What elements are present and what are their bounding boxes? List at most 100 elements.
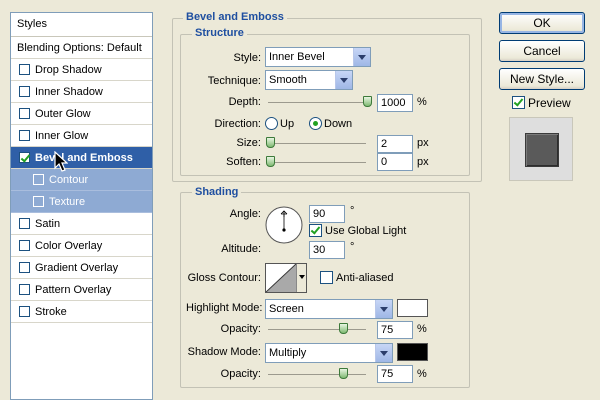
shadow-color-swatch[interactable]	[397, 343, 428, 361]
direction-down-radio[interactable]	[309, 117, 322, 130]
style-item-label: Pattern Overlay	[35, 284, 112, 296]
direction-down-label[interactable]: Down	[324, 118, 352, 130]
preview-swatch	[525, 133, 559, 167]
style-item-inner-shadow[interactable]: Inner Shadow	[11, 81, 152, 103]
shadow-mode-select[interactable]: Multiply	[265, 343, 393, 363]
style-items-list: Drop Shadow Inner Shadow Outer Glow Inner G…	[11, 59, 152, 323]
soften-slider[interactable]	[266, 156, 366, 167]
highlight-opacity-unit: %	[417, 323, 427, 335]
angle-dial-icon[interactable]	[264, 205, 304, 245]
chevron-down-icon[interactable]	[375, 344, 392, 362]
anti-aliased-label[interactable]: Anti-aliased	[336, 272, 393, 284]
highlight-mode-select[interactable]: Screen	[265, 299, 393, 319]
style-item-texture[interactable]: Texture	[11, 191, 152, 213]
highlight-opacity-slider-thumb[interactable]	[339, 323, 348, 334]
shadow-opacity-slider[interactable]	[268, 368, 366, 379]
shadow-opacity-slider-thumb[interactable]	[339, 368, 348, 379]
highlight-opacity-input[interactable]: 75	[377, 321, 413, 339]
style-item-label: Outer Glow	[35, 108, 91, 120]
use-global-light-checkbox[interactable]	[309, 224, 322, 237]
style-select[interactable]: Inner Bevel	[265, 47, 371, 67]
preview-label[interactable]: Preview	[528, 96, 571, 110]
style-item-checkbox[interactable]	[33, 174, 44, 185]
style-item-checkbox[interactable]	[33, 196, 44, 207]
depth-slider[interactable]	[268, 96, 372, 107]
contour-dropdown-icon[interactable]	[296, 264, 306, 292]
chevron-down-icon[interactable]	[353, 48, 370, 66]
arrow-cursor-icon	[54, 151, 68, 172]
ok-button[interactable]: OK	[499, 12, 585, 34]
soften-input[interactable]: 0	[377, 153, 413, 171]
style-item-checkbox[interactable]	[19, 130, 30, 141]
use-global-light-label[interactable]: Use Global Light	[325, 225, 406, 237]
bevel-and-emboss-title: Bevel and Emboss	[183, 11, 287, 23]
cancel-button[interactable]: Cancel	[499, 40, 585, 62]
depth-input[interactable]: 1000	[377, 94, 413, 112]
blending-options-item[interactable]: Blending Options: Default	[11, 37, 152, 59]
style-item-color-overlay[interactable]: Color Overlay	[11, 235, 152, 257]
new-style-button[interactable]: New Style...	[499, 68, 585, 90]
styles-list-panel: Styles Blending Options: Default Drop Sh…	[10, 12, 153, 400]
angle-input[interactable]: 90	[309, 205, 345, 223]
styles-header[interactable]: Styles	[11, 13, 152, 37]
style-item-pattern-overlay[interactable]: Pattern Overlay	[11, 279, 152, 301]
style-item-contour[interactable]: Contour	[11, 169, 152, 191]
highlight-color-swatch[interactable]	[397, 299, 428, 317]
preview-checkbox[interactable]	[512, 96, 525, 109]
style-item-bevel-and-emboss[interactable]: Bevel and Emboss	[11, 147, 152, 169]
style-item-checkbox[interactable]	[19, 306, 30, 317]
size-unit: px	[417, 137, 429, 149]
technique-select-value: Smooth	[269, 74, 307, 86]
chevron-down-icon[interactable]	[375, 300, 392, 318]
style-item-label: Drop Shadow	[35, 64, 102, 76]
chevron-down-icon[interactable]	[335, 71, 352, 89]
angle-unit: °	[350, 205, 355, 217]
technique-select[interactable]: Smooth	[265, 70, 353, 90]
anti-aliased-checkbox[interactable]	[320, 271, 333, 284]
style-item-checkbox[interactable]	[19, 284, 30, 295]
style-item-satin[interactable]: Satin	[11, 213, 152, 235]
depth-slider-thumb[interactable]	[363, 96, 372, 107]
angle-label: Angle:	[229, 208, 261, 220]
direction-label: Direction:	[214, 118, 261, 130]
size-input[interactable]: 2	[377, 135, 413, 153]
soften-slider-thumb[interactable]	[266, 156, 275, 167]
style-item-label: Gradient Overlay	[35, 262, 119, 274]
style-item-drop-shadow[interactable]: Drop Shadow	[11, 59, 152, 81]
style-item-label: Inner Shadow	[35, 86, 103, 98]
style-item-outer-glow[interactable]: Outer Glow	[11, 103, 152, 125]
style-item-checkbox[interactable]	[19, 262, 30, 273]
shadow-opacity-input[interactable]: 75	[377, 365, 413, 383]
style-item-stroke[interactable]: Stroke	[11, 301, 152, 323]
soften-label: Soften:	[226, 156, 261, 168]
style-item-label: Stroke	[35, 306, 67, 318]
shadow-mode-value: Multiply	[269, 347, 307, 359]
direction-up-label[interactable]: Up	[280, 118, 294, 130]
style-item-label: Contour	[49, 174, 89, 186]
style-item-checkbox[interactable]	[19, 152, 30, 163]
shadow-mode-label: Shadow Mode:	[187, 346, 261, 358]
style-item-checkbox[interactable]	[19, 64, 30, 75]
highlight-opacity-slider[interactable]	[268, 323, 366, 334]
size-label: Size:	[236, 137, 261, 149]
gloss-contour-picker[interactable]	[265, 263, 307, 293]
contour-curve-icon	[266, 264, 296, 292]
size-slider-thumb[interactable]	[266, 137, 275, 148]
altitude-unit: °	[350, 241, 355, 253]
shadow-opacity-unit: %	[417, 368, 427, 380]
style-item-checkbox[interactable]	[19, 218, 30, 229]
depth-unit: %	[417, 96, 427, 108]
direction-up-radio[interactable]	[265, 117, 278, 130]
structure-title: Structure	[192, 27, 247, 39]
style-item-label: Inner Glow	[35, 130, 89, 142]
style-item-checkbox[interactable]	[19, 86, 30, 97]
style-item-gradient-overlay[interactable]: Gradient Overlay	[11, 257, 152, 279]
altitude-input[interactable]: 30	[309, 241, 345, 259]
size-slider[interactable]	[266, 137, 366, 148]
style-item-inner-glow[interactable]: Inner Glow	[11, 125, 152, 147]
style-item-checkbox[interactable]	[19, 240, 30, 251]
depth-label: Depth:	[228, 96, 261, 108]
style-item-label: Bevel and Emboss	[35, 152, 133, 164]
style-item-checkbox[interactable]	[19, 108, 30, 119]
shading-title: Shading	[192, 186, 242, 198]
